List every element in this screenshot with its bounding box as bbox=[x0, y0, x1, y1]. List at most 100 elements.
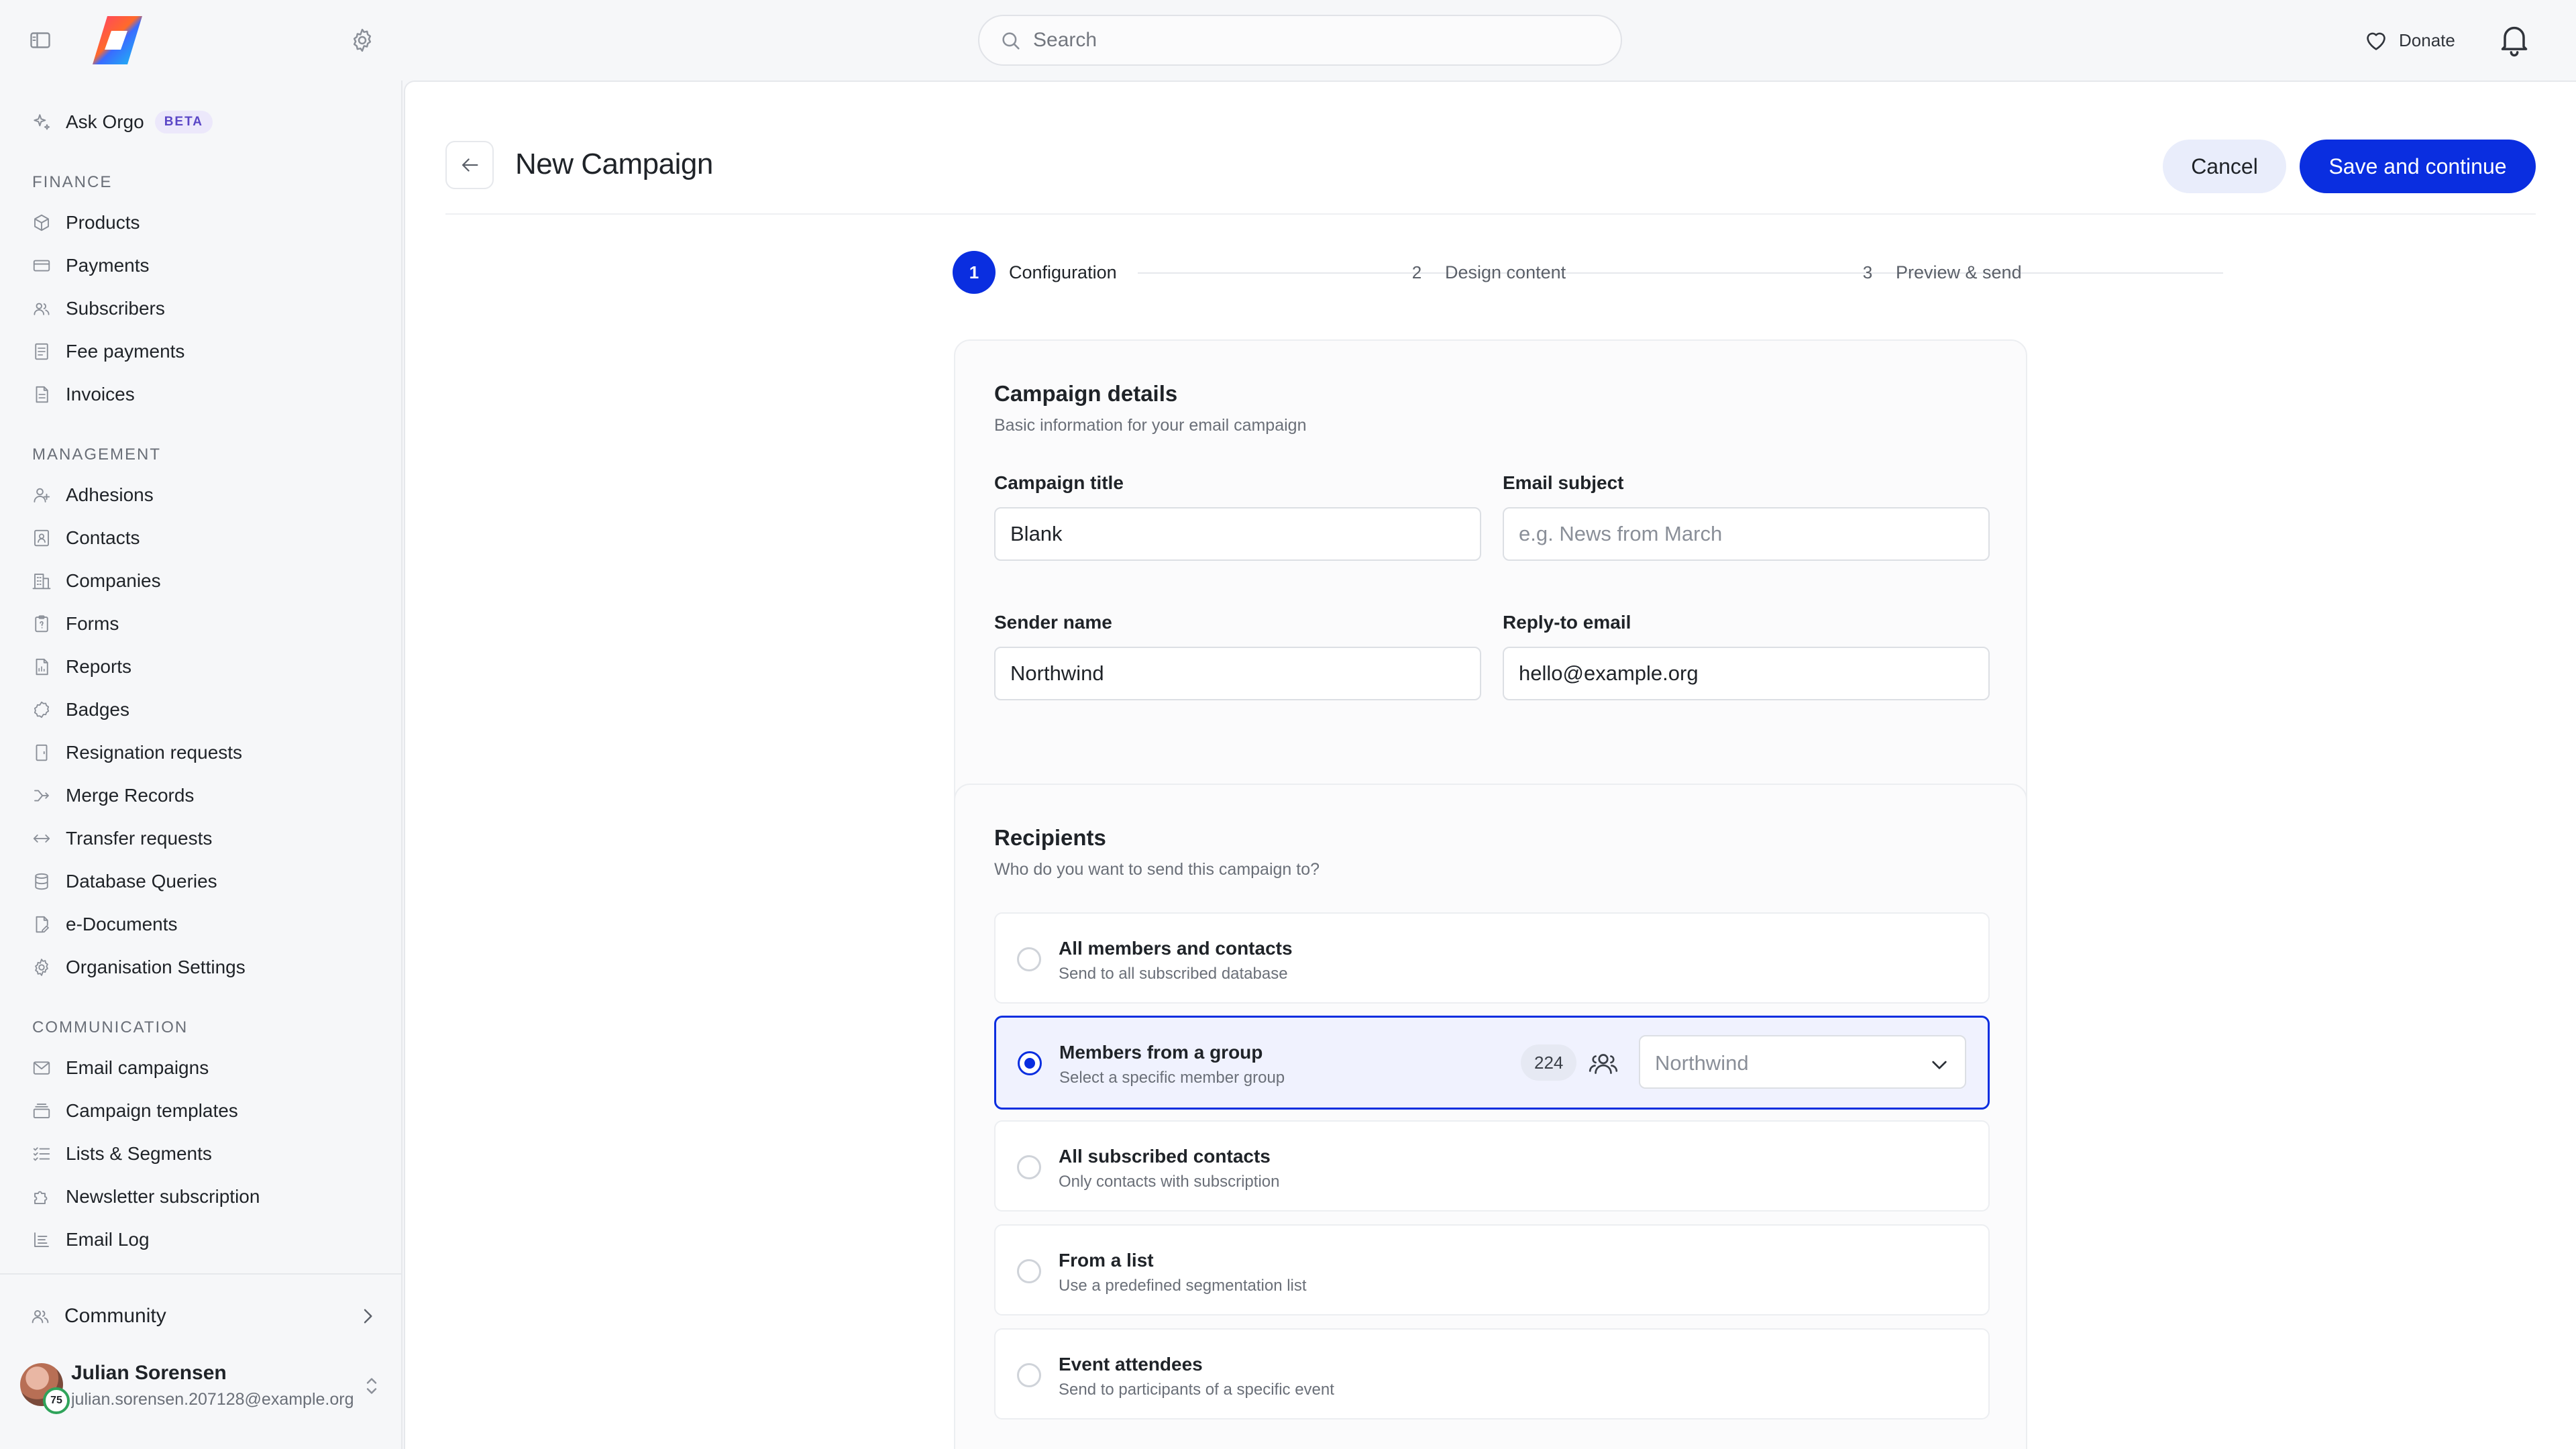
header-divider bbox=[445, 213, 2536, 215]
radio-button-selected[interactable] bbox=[1018, 1051, 1042, 1075]
sidebar-item-database-queries[interactable]: Database Queries bbox=[30, 863, 217, 900]
sidebar-item-ask-orgo[interactable]: Ask Orgo BETA bbox=[30, 103, 213, 141]
puzzle-icon bbox=[30, 1185, 54, 1209]
sidebar-item-resignation-requests[interactable]: Resignation requests bbox=[30, 734, 242, 771]
recipient-option-subscribed-contacts[interactable]: All subscribed contacts Only contacts wi… bbox=[994, 1120, 1990, 1212]
notifications-bell-icon[interactable] bbox=[2496, 20, 2533, 58]
main-content: New Campaign Cancel Save and continue 1 … bbox=[404, 80, 2576, 1449]
sidebar-item-subscribers[interactable]: Subscribers bbox=[30, 290, 165, 327]
arrows-horizontal-icon bbox=[30, 826, 54, 851]
section-title-communication: COMMUNICATION bbox=[32, 1018, 189, 1036]
step-label: Preview & send bbox=[1896, 262, 2022, 282]
sidebar-item-label: Lists & Segments bbox=[66, 1143, 212, 1164]
donate-button[interactable]: Donate bbox=[2363, 24, 2455, 56]
sidebar-item-badges[interactable]: Badges bbox=[30, 691, 129, 729]
option-title: All subscribed contacts bbox=[1059, 1146, 1271, 1167]
sidebar-toggle-icon[interactable] bbox=[28, 28, 52, 52]
sidebar-item-label: Subscribers bbox=[66, 298, 165, 319]
sidebar-item-label: Adhesions bbox=[66, 484, 154, 505]
sidebar-item-campaign-templates[interactable]: Campaign templates bbox=[30, 1092, 238, 1130]
cancel-button[interactable]: Cancel bbox=[2163, 140, 2286, 193]
radio-button[interactable] bbox=[1017, 1259, 1041, 1283]
sidebar-item-newsletter-subscription[interactable]: Newsletter subscription bbox=[30, 1178, 260, 1216]
sender-name-label: Sender name bbox=[994, 612, 1112, 633]
sidebar-item-label: Payments bbox=[66, 255, 150, 276]
sidebar-item-label: Email campaigns bbox=[66, 1057, 209, 1078]
recipient-option-event-attendees[interactable]: Event attendees Send to participants of … bbox=[994, 1328, 1990, 1419]
sidebar-item-invoices[interactable]: Invoices bbox=[30, 376, 135, 413]
users-icon bbox=[30, 297, 54, 321]
arrow-left-icon bbox=[458, 154, 481, 176]
sidebar-item-label: Database Queries bbox=[66, 871, 217, 892]
group-select-value: Northwind bbox=[1655, 1051, 1749, 1075]
settings-gear-icon[interactable] bbox=[349, 27, 376, 54]
sidebar-item-contacts[interactable]: Contacts bbox=[30, 519, 140, 557]
sidebar-item-lists-segments[interactable]: Lists & Segments bbox=[30, 1135, 212, 1173]
sidebar-item-label: Companies bbox=[66, 570, 161, 591]
group-select-dropdown[interactable]: Northwind bbox=[1639, 1035, 1966, 1089]
step-configuration[interactable]: 1 Configuration bbox=[953, 251, 1117, 294]
chevron-right-icon bbox=[357, 1305, 378, 1327]
credit-card-icon bbox=[30, 254, 54, 278]
save-and-continue-button[interactable]: Save and continue bbox=[2300, 140, 2536, 193]
contact-card-icon bbox=[30, 526, 54, 550]
sidebar-item-label: Products bbox=[66, 212, 140, 233]
app-logo[interactable] bbox=[87, 13, 145, 67]
sidebar-item-forms[interactable]: Forms bbox=[30, 605, 119, 643]
option-title: Members from a group bbox=[1059, 1042, 1263, 1063]
step-design-content[interactable]: 2 Design content bbox=[1403, 251, 1566, 294]
signed-document-icon bbox=[30, 912, 54, 936]
recipient-option-from-list[interactable]: From a list Use a predefined segmentatio… bbox=[994, 1224, 1990, 1316]
sidebar-item-fee-payments[interactable]: Fee payments bbox=[30, 333, 184, 370]
reply-to-email-label: Reply-to email bbox=[1503, 612, 1631, 633]
radio-button[interactable] bbox=[1017, 947, 1041, 971]
sidebar-item-label: Ask Orgo bbox=[66, 111, 144, 132]
sidebar-item-transfer-requests[interactable]: Transfer requests bbox=[30, 820, 212, 857]
sidebar-item-reports[interactable]: Reports bbox=[30, 648, 131, 686]
sidebar-item-community[interactable]: Community bbox=[30, 1296, 378, 1336]
sidebar-item-adhesions[interactable]: Adhesions bbox=[30, 476, 154, 514]
search-icon bbox=[1000, 30, 1022, 52]
card-subtitle: Basic information for your email campaig… bbox=[994, 416, 1307, 435]
sidebar-item-email-campaigns[interactable]: Email campaigns bbox=[30, 1049, 209, 1087]
card-title: Recipients bbox=[994, 825, 1106, 850]
sidebar-item-label: e-Documents bbox=[66, 914, 178, 934]
receipt-icon bbox=[30, 339, 54, 364]
gear-icon bbox=[30, 955, 54, 979]
sidebar-item-e-documents[interactable]: e-Documents bbox=[30, 906, 178, 943]
step-number: 1 bbox=[953, 251, 996, 294]
top-bar: Donate bbox=[0, 0, 2576, 80]
recipient-option-all-members[interactable]: All members and contacts Send to all sub… bbox=[994, 912, 1990, 1004]
search-input[interactable] bbox=[1033, 23, 1597, 58]
checklist-icon bbox=[30, 1142, 54, 1166]
back-button[interactable] bbox=[445, 141, 494, 189]
reply-to-email-input[interactable] bbox=[1503, 647, 1990, 700]
page-title: New Campaign bbox=[515, 148, 713, 180]
sidebar-item-products[interactable]: Products bbox=[30, 204, 140, 241]
sidebar-item-payments[interactable]: Payments bbox=[30, 247, 150, 284]
step-preview-send[interactable]: 3 Preview & send bbox=[1854, 251, 2022, 294]
campaign-title-input[interactable] bbox=[994, 507, 1481, 561]
radio-button[interactable] bbox=[1017, 1155, 1041, 1179]
card-title: Campaign details bbox=[994, 381, 1178, 406]
sidebar-item-label: Forms bbox=[66, 613, 119, 634]
email-subject-input[interactable] bbox=[1503, 507, 1990, 561]
option-subtitle: Send to participants of a specific event bbox=[1059, 1381, 1334, 1399]
report-icon bbox=[30, 655, 54, 679]
recipient-option-group[interactable]: Members from a group Select a specific m… bbox=[994, 1016, 1990, 1110]
sidebar-item-email-log[interactable]: Email Log bbox=[30, 1221, 150, 1258]
sender-name-input[interactable] bbox=[994, 647, 1481, 700]
beta-badge: BETA bbox=[154, 111, 213, 133]
user-profile[interactable]: 75 Julian Sorensen julian.sorensen.20712… bbox=[20, 1359, 382, 1419]
sidebar-item-label: Fee payments bbox=[66, 341, 185, 362]
sidebar-item-merge-records[interactable]: Merge Records bbox=[30, 777, 194, 814]
box-icon bbox=[30, 211, 54, 235]
sidebar-item-organisation-settings[interactable]: Organisation Settings bbox=[30, 949, 246, 986]
chevron-up-down-icon[interactable] bbox=[360, 1374, 384, 1398]
radio-button[interactable] bbox=[1017, 1363, 1041, 1387]
sparkle-icon bbox=[30, 110, 54, 134]
campaign-details-card: Campaign details Basic information for y… bbox=[954, 339, 2027, 837]
sidebar-item-companies[interactable]: Companies bbox=[30, 562, 161, 600]
user-add-icon bbox=[30, 483, 54, 507]
step-label: Configuration bbox=[1009, 262, 1117, 282]
